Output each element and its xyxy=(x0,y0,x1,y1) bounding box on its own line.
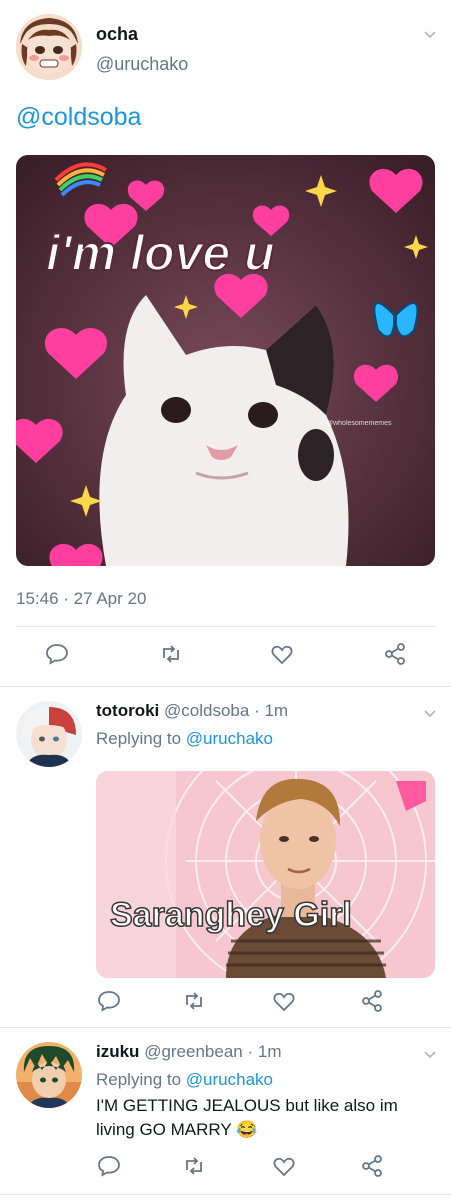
user-handle[interactable]: @greenbean xyxy=(144,1042,243,1061)
chevron-down-icon[interactable] xyxy=(422,1046,438,1062)
tweet-text[interactable]: @coldsoba xyxy=(16,103,141,132)
reply-tweet: totoroki @coldsoba · 1m Replying to @uru… xyxy=(0,686,451,1027)
mention-link[interactable]: @uruchako xyxy=(186,1070,273,1089)
chevron-down-icon[interactable] xyxy=(422,705,438,721)
heart-icon xyxy=(272,989,296,1018)
main-tweet: ocha @uruchako @coldsoba i'm love u @who… xyxy=(0,0,451,686)
reply-tweet: izuku @greenbean · 1m Replying to @uruch… xyxy=(0,1027,451,1200)
replying-to: Replying to @uruchako xyxy=(96,1070,273,1090)
retweet-icon xyxy=(182,989,206,1018)
reply-icon xyxy=(45,642,69,671)
meme-caption: i'm love u xyxy=(46,225,275,281)
reply-icon xyxy=(97,1154,121,1183)
reply-icon xyxy=(97,989,121,1018)
divider xyxy=(0,1194,451,1195)
reply-button[interactable] xyxy=(43,642,71,670)
tweet-text[interactable]: I'M GETTING JEALOUS but like also im liv… xyxy=(96,1094,436,1142)
heart-icon xyxy=(272,1154,296,1183)
relative-time[interactable]: 1m xyxy=(264,701,288,720)
retweet-icon xyxy=(159,642,183,671)
avatar[interactable] xyxy=(16,1042,82,1108)
reply-button[interactable] xyxy=(95,1154,123,1182)
mention-link[interactable]: @uruchako xyxy=(186,729,273,748)
share-icon xyxy=(360,1154,384,1183)
display-name[interactable]: totoroki xyxy=(96,701,159,720)
display-name[interactable]: ocha xyxy=(96,24,138,45)
retweet-icon xyxy=(182,1154,206,1183)
like-button[interactable] xyxy=(270,989,298,1017)
tweet-image[interactable]: Saranghey Girl xyxy=(96,771,435,978)
retweet-button[interactable] xyxy=(180,1154,208,1182)
heart-icon xyxy=(270,642,294,671)
avatar[interactable] xyxy=(16,701,82,767)
like-button[interactable] xyxy=(270,1154,298,1182)
share-icon xyxy=(383,642,407,671)
share-icon xyxy=(360,989,384,1018)
meme-caption: Saranghey Girl xyxy=(110,896,352,934)
tweet-image[interactable]: i'm love u @wholesomememes xyxy=(16,155,435,566)
reply-button[interactable] xyxy=(95,989,123,1017)
chevron-down-icon[interactable] xyxy=(422,26,438,42)
tweet-timestamp[interactable]: 15:46 · 27 Apr 20 xyxy=(16,589,146,609)
separator: · xyxy=(247,1042,254,1061)
display-name[interactable]: izuku xyxy=(96,1042,139,1061)
replying-prefix: Replying to xyxy=(96,729,182,748)
replying-to: Replying to @uruchako xyxy=(96,729,273,749)
share-button[interactable] xyxy=(381,642,409,670)
retweet-button[interactable] xyxy=(157,642,185,670)
user-handle[interactable]: @uruchako xyxy=(96,54,188,75)
like-button[interactable] xyxy=(268,642,296,670)
replying-prefix: Replying to xyxy=(96,1070,182,1089)
share-button[interactable] xyxy=(358,989,386,1017)
image-watermark: @wholesomememes xyxy=(326,420,392,427)
relative-time[interactable]: 1m xyxy=(258,1042,282,1061)
share-button[interactable] xyxy=(358,1154,386,1182)
retweet-button[interactable] xyxy=(180,989,208,1017)
separator: · xyxy=(254,701,260,720)
avatar[interactable] xyxy=(16,14,82,80)
divider xyxy=(16,626,436,627)
user-handle[interactable]: @coldsoba xyxy=(164,701,249,720)
